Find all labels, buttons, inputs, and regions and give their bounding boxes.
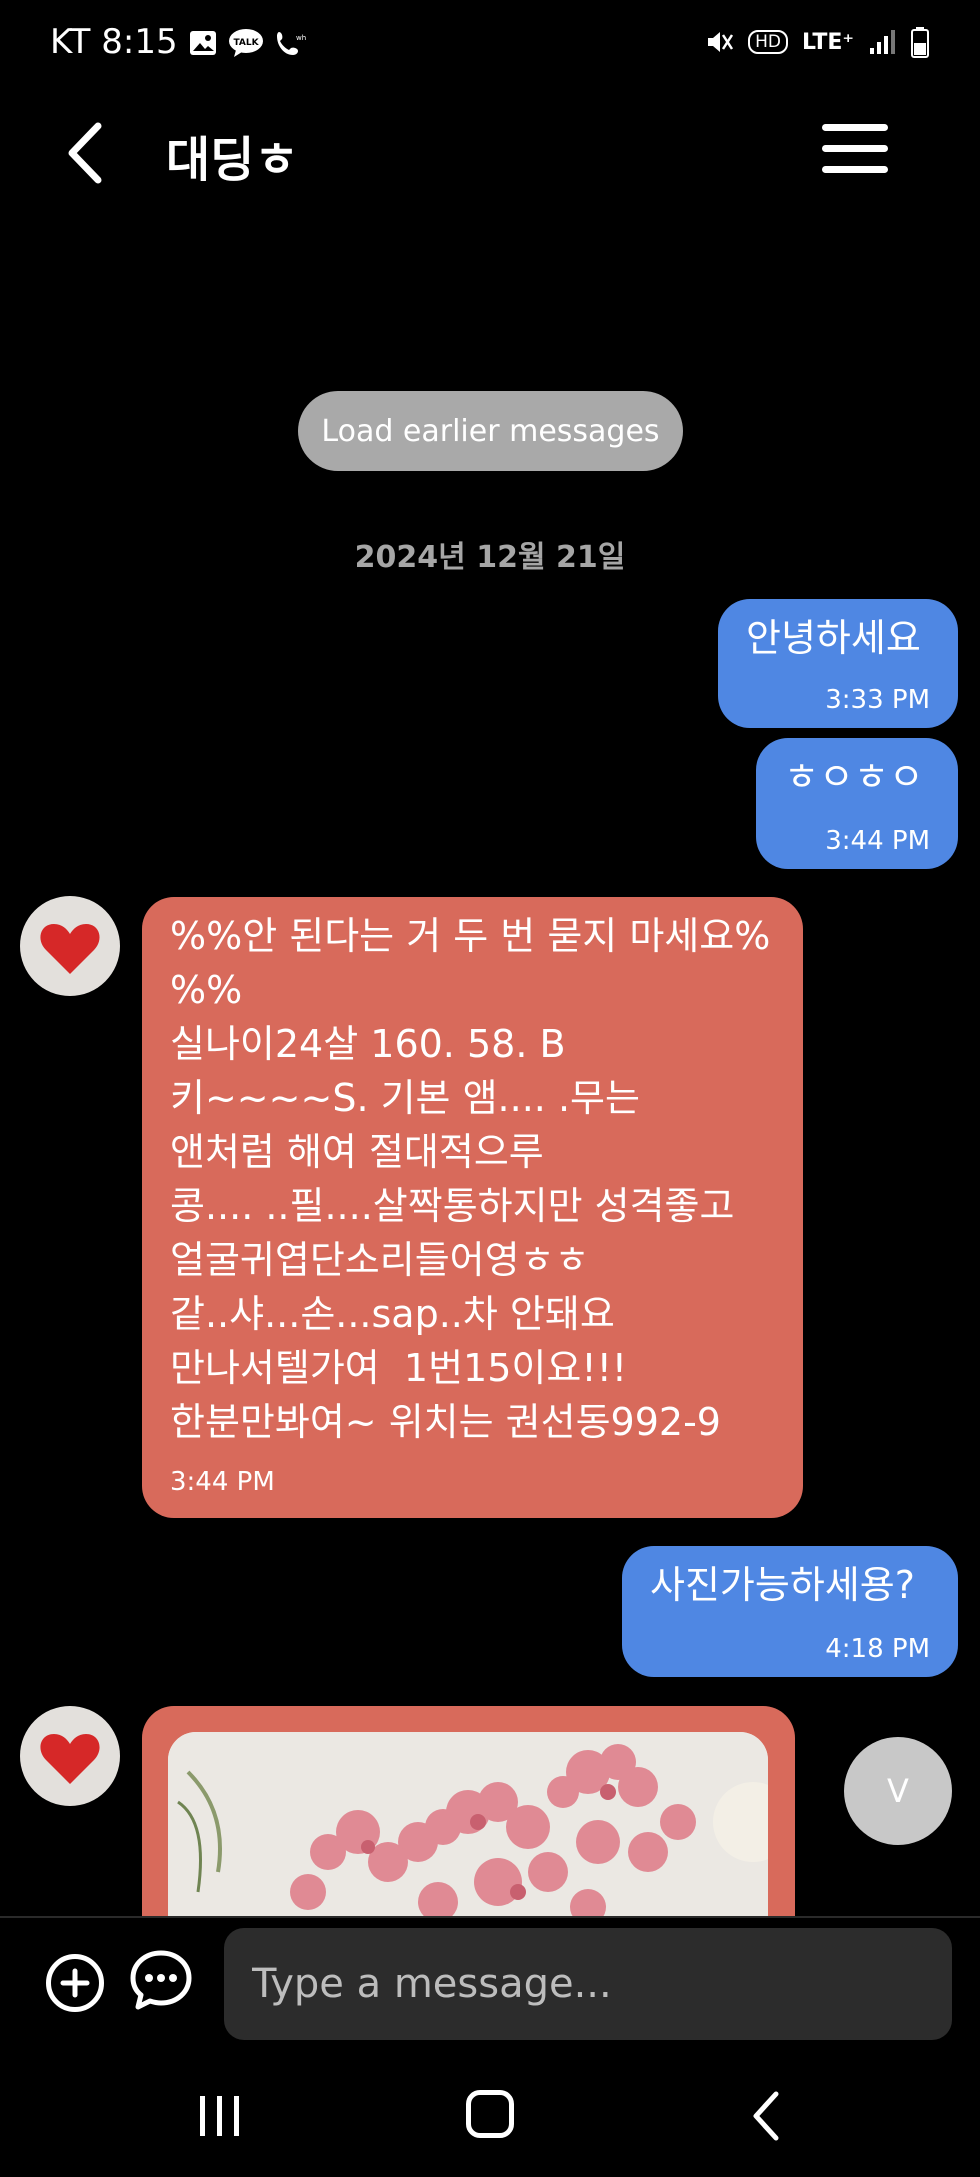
date-divider: 2024년 12월 21일 bbox=[354, 540, 626, 575]
hd-icon: HD bbox=[748, 30, 788, 54]
chat-bubble-icon[interactable] bbox=[128, 1948, 194, 2014]
contact-avatar[interactable] bbox=[20, 1706, 120, 1806]
back-icon[interactable] bbox=[60, 118, 120, 188]
message-time: 4:18 PM bbox=[825, 1634, 930, 1664]
signal-icon bbox=[870, 30, 895, 54]
mute-icon bbox=[708, 32, 734, 52]
message-photo[interactable] bbox=[168, 1732, 768, 1932]
home-icon[interactable] bbox=[466, 2090, 514, 2138]
talk-icon: TALK bbox=[229, 29, 263, 57]
heart-icon bbox=[40, 1734, 100, 1784]
notification-icons: TALK who bbox=[188, 28, 306, 58]
status-time: KT 8:15 bbox=[50, 22, 178, 62]
chat-header: 대딩ㅎ bbox=[0, 100, 980, 210]
nav-back-icon[interactable] bbox=[748, 2088, 784, 2144]
system-icons: HD LTE⁺ bbox=[704, 26, 930, 58]
recent-apps-icon[interactable] bbox=[196, 2092, 244, 2140]
outgoing-message[interactable]: 안녕하세요 3:33 PM bbox=[718, 599, 958, 728]
gallery-icon bbox=[190, 31, 216, 55]
svg-text:TALK: TALK bbox=[233, 38, 259, 48]
message-text: ㅎㅇㅎㅇ bbox=[784, 755, 924, 799]
heart-icon bbox=[40, 924, 100, 974]
outgoing-message[interactable]: ㅎㅇㅎㅇ 3:44 PM bbox=[756, 738, 958, 869]
load-earlier-button[interactable]: Load earlier messages bbox=[298, 391, 683, 471]
system-nav-bar bbox=[0, 2060, 980, 2177]
incoming-message[interactable]: %%안 된다는 거 두 번 묻지 마세요% %% 실나이24살 160. 58.… bbox=[142, 897, 803, 1518]
call-icon: who bbox=[277, 32, 306, 55]
message-time: 3:44 PM bbox=[170, 1467, 275, 1497]
svg-text:who: who bbox=[296, 34, 306, 42]
battery-icon bbox=[911, 27, 929, 58]
outgoing-message[interactable]: 사진가능하세용? 4:18 PM bbox=[622, 1546, 958, 1677]
composer-bar bbox=[0, 1916, 980, 2052]
lte-indicator: LTE⁺ bbox=[801, 29, 854, 55]
contact-avatar[interactable] bbox=[20, 896, 120, 996]
chat-title: 대딩ㅎ bbox=[166, 132, 299, 188]
message-text: %%안 된다는 거 두 번 묻지 마세요% %% 실나이24살 160. 58.… bbox=[170, 914, 771, 1444]
flower-photo bbox=[168, 1732, 768, 1932]
message-time: 3:44 PM bbox=[825, 826, 930, 856]
message-time: 3:33 PM bbox=[825, 685, 930, 715]
plus-icon[interactable] bbox=[46, 1954, 104, 2012]
message-text: 안녕하세요 bbox=[746, 616, 921, 660]
message-text: 사진가능하세용? bbox=[650, 1563, 915, 1607]
status-bar: KT 8:15 TALK who HD LTE⁺ bbox=[0, 0, 980, 92]
scroll-down-button[interactable]: V bbox=[844, 1737, 952, 1845]
message-input[interactable] bbox=[224, 1928, 952, 2040]
menu-icon[interactable] bbox=[822, 124, 888, 180]
